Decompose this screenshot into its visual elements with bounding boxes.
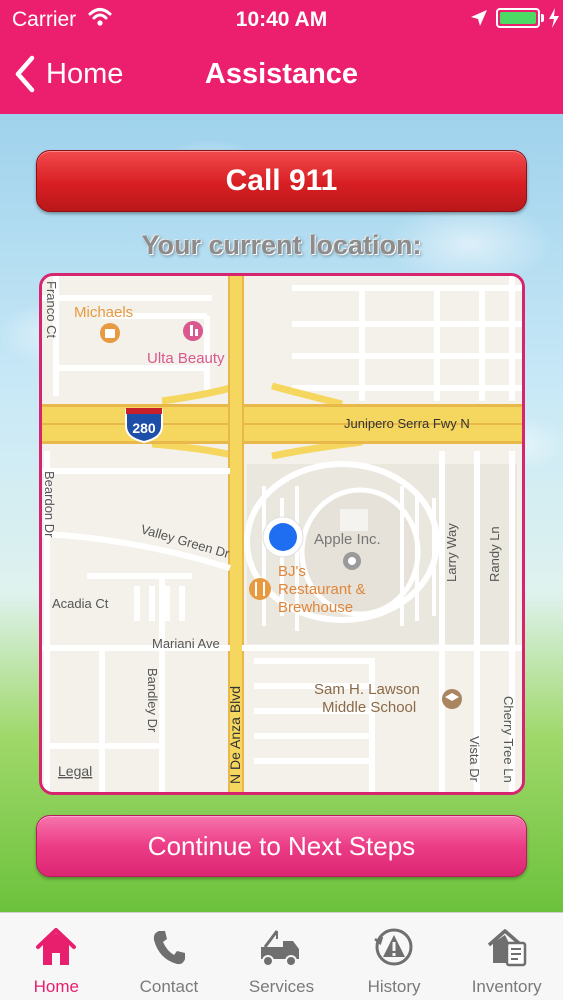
cherry-tree-ln-label: Cherry Tree Ln	[501, 696, 516, 783]
de-anza-blvd-label: N De Anza Blvd	[227, 686, 243, 784]
tab-services[interactable]: Services	[225, 913, 338, 1000]
tab-history[interactable]: History	[338, 913, 451, 1000]
status-bar: Carrier 10:40 AM	[0, 0, 563, 36]
beardon-dr-label: Beardon Dr	[42, 471, 57, 538]
restaurant-icon	[249, 578, 271, 600]
house-icon	[36, 928, 77, 965]
battery-level	[500, 12, 536, 24]
location-heading: Your current location:	[141, 230, 422, 260]
battery-tip	[541, 14, 544, 22]
apple-inc-label: Apple Inc.	[314, 531, 381, 548]
tab-history-label: History	[367, 977, 421, 996]
ulta-beauty-label: Ulta Beauty	[147, 350, 225, 367]
location-arrow-icon	[471, 10, 487, 26]
vista-dr-label: Vista Dr	[467, 736, 482, 783]
interstate-280-shield: 280	[125, 408, 163, 444]
tab-contact-label: Contact	[139, 977, 199, 996]
house-clipboard-icon	[487, 929, 526, 967]
phone-icon	[153, 931, 185, 965]
map-view[interactable]: Franco Ct Beardon Dr Valley Green Dr Aca…	[39, 273, 525, 795]
junipero-serra-label: Junipero Serra Fwy N	[344, 416, 470, 431]
map-canvas[interactable]: Franco Ct Beardon Dr Valley Green Dr Aca…	[42, 276, 522, 792]
michaels-label: Michaels	[74, 304, 133, 321]
franco-ct-label: Franco Ct	[44, 281, 59, 338]
warning-clock-icon	[374, 928, 413, 966]
interstate-280-label: 280	[132, 420, 156, 436]
tab-services-label: Services	[248, 977, 315, 996]
page-title: Assistance	[204, 58, 359, 90]
school-label-2: Middle School	[322, 699, 416, 716]
app-header: Carrier 10:40 AM Home Assistance	[0, 0, 563, 114]
bjs-label-1: BJ's	[278, 563, 306, 580]
battery-icon	[496, 8, 540, 28]
tow-truck-icon	[261, 930, 300, 967]
randy-ln-label: Randy Ln	[487, 526, 502, 582]
bjs-label-2: Restaurant &	[278, 581, 366, 598]
tab-inventory[interactable]: Inventory	[450, 913, 563, 1000]
call-911-button[interactable]: Call 911	[36, 150, 527, 212]
tab-home[interactable]: Home	[0, 913, 113, 1000]
bandley-dr-label: Bandley Dr	[145, 668, 160, 733]
continue-button[interactable]: Continue to Next Steps	[36, 815, 527, 877]
bjs-label-3: Brewhouse	[278, 599, 353, 616]
mariani-ave-label: Mariani Ave	[152, 636, 220, 651]
tab-bar: Home Contact Services History Inventory	[0, 912, 563, 1000]
legal-link[interactable]: Legal	[58, 763, 92, 779]
tab-inventory-label: Inventory	[471, 977, 542, 996]
school-label-1: Sam H. Lawson	[314, 681, 420, 698]
larry-way-label: Larry Way	[444, 523, 459, 582]
tab-contact[interactable]: Contact	[113, 913, 226, 1000]
navigation-bar: Home Assistance	[0, 40, 563, 110]
user-location-dot	[262, 516, 304, 558]
charging-bolt-icon	[549, 8, 559, 28]
acadia-ct-label: Acadia Ct	[52, 596, 109, 611]
tab-home-label: Home	[33, 977, 79, 996]
